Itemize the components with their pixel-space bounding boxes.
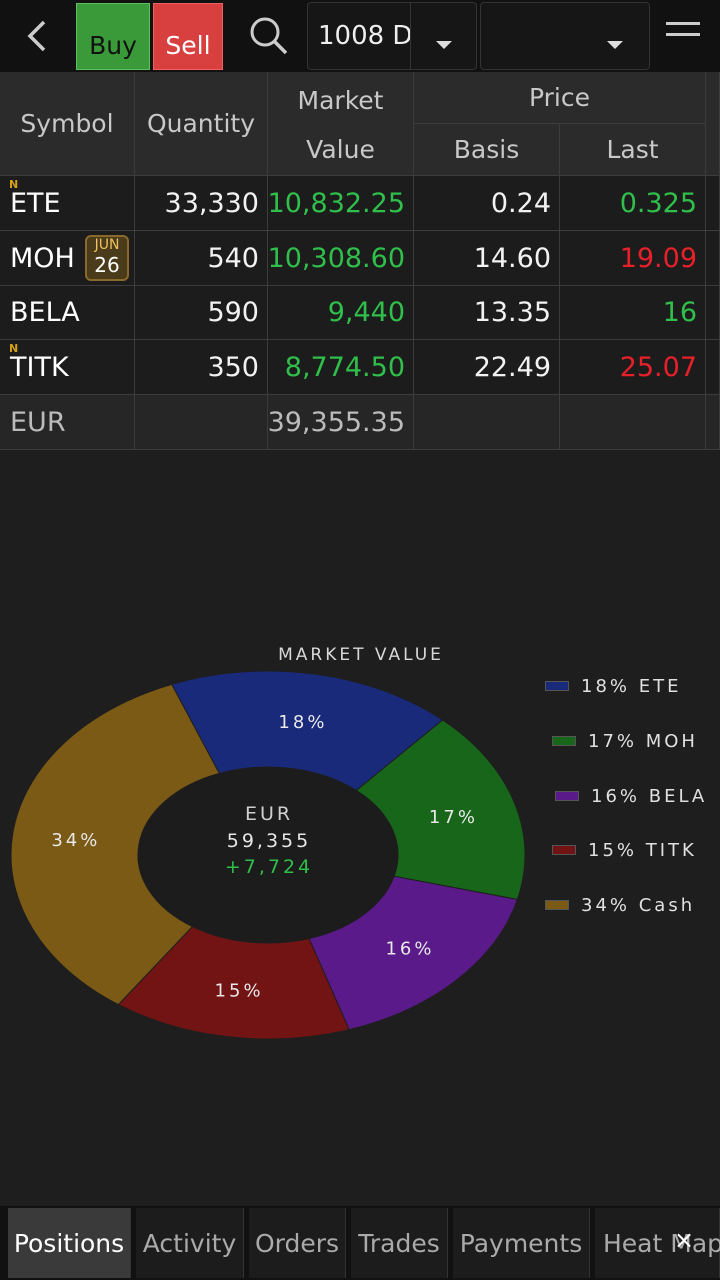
legend-item-ete[interactable]: 18% ETE [545,673,681,699]
table-cell-basis: 22.49 [414,340,560,395]
center-change: +7,724 [225,856,313,878]
donut-hole [138,767,398,943]
legend-label: 16% BELA [591,785,708,807]
table-cell-quantity: 540 [135,231,268,286]
pie-slice-label: 34% [51,830,100,851]
tab-activity[interactable]: Activity [136,1208,244,1278]
calendar-icon: JUN 26 [85,235,129,281]
legend-swatch [552,736,576,746]
header-basis[interactable]: Basis [414,124,560,176]
tab-trades[interactable]: Trades [351,1208,448,1278]
header-quantity[interactable]: Quantity [135,72,268,176]
table-cell-quantity: 590 [135,286,268,340]
chevron-down-icon [607,41,623,49]
legend-swatch [555,791,579,801]
pie-slice-label: 15% [215,980,264,1001]
header-market[interactable]: Market [268,72,414,124]
legend-item-cash[interactable]: 34% Cash [545,892,695,918]
positions-table: Symbol Quantity Market Value Price Basis… [0,72,720,450]
total-currency: EUR [0,395,135,450]
account-value: 1008 D [318,21,412,51]
news-badge: N [9,178,19,191]
buy-button[interactable]: Buy [76,3,150,70]
legend-label: 17% MOH [588,730,698,752]
tab-heat-map[interactable]: Heat Map [595,1208,720,1278]
table-cell-market-value: 9,440 [268,286,414,340]
center-currency: EUR [245,803,293,825]
table-cell-quantity: 350 [135,340,268,395]
chevron-left-icon [27,20,46,52]
market-value-chart[interactable]: MARKET VALUE 18% 17% 16% 15% 34% EUR 59,355 … [0,450,720,1206]
chart-title: MARKET VALUE [278,645,444,665]
legend-item-titk[interactable]: 15% TITK [552,837,697,863]
table-cell-last: 25.07 [560,340,706,395]
header-price: Price [414,72,706,124]
tab-positions[interactable]: Positions [8,1208,131,1278]
secondary-select[interactable] [480,2,650,70]
legend-label: 15% TITK [588,839,697,861]
top-toolbar: Buy Sell 1008 D [0,0,720,72]
legend-item-bela[interactable]: 16% BELA [555,783,707,809]
table-row-symbol[interactable]: N ETE [0,176,135,231]
menu-button[interactable] [666,22,700,50]
table-cell-basis: 0.24 [414,176,560,231]
account-select[interactable]: 1008 D [307,2,477,70]
table-cell-market-value: 8,774.50 [268,340,414,395]
bottom-tabbar: Positions Activity Orders Trades Payment… [0,1206,720,1280]
header-last[interactable]: Last [560,124,706,176]
sell-button[interactable]: Sell [153,3,223,70]
tab-payments[interactable]: Payments [453,1208,590,1278]
table-cell-last: 0.325 [560,176,706,231]
header-value[interactable]: Value [268,124,414,176]
table-cell-market-value: 10,308.60 [268,231,414,286]
table-cell-basis: 14.60 [414,231,560,286]
donut-chart: MARKET VALUE 18%17%16%15%34% EUR 59,355 … [10,645,526,1040]
tab-orders[interactable]: Orders [249,1208,346,1278]
search-icon [250,17,288,55]
table-cell-quantity: 33,330 [135,176,268,231]
pie-slice-label: 17% [429,807,478,828]
table-cell-last: 19.09 [560,231,706,286]
table-cell-last: 16 [560,286,706,340]
legend-swatch [545,681,569,691]
menu-icon [666,22,700,25]
legend-label: 34% Cash [581,894,696,916]
total-market-value: 39,355.35 [268,395,414,450]
table-row-symbol[interactable]: MOH JUN 26 [0,231,135,286]
legend-item-moh[interactable]: 17% MOH [552,728,698,754]
pie-slice-label: 18% [278,712,327,733]
table-row-symbol[interactable]: BELA [0,286,135,340]
chevron-down-icon [436,41,452,49]
header-symbol[interactable]: Symbol [0,72,135,176]
table-cell-market-value: 10,832.25 [268,176,414,231]
pie-slice-label: 16% [385,938,434,959]
news-badge: N [9,342,19,355]
close-icon[interactable]: × [672,1228,696,1252]
table-row-symbol[interactable]: N TITK [0,340,135,395]
legend-swatch [552,845,576,855]
back-button[interactable] [16,14,60,58]
search-button[interactable] [244,12,292,60]
table-cell-basis: 13.35 [414,286,560,340]
center-total: 59,355 [227,830,311,852]
legend-swatch [545,900,569,910]
legend-label: 18% ETE [581,675,682,697]
